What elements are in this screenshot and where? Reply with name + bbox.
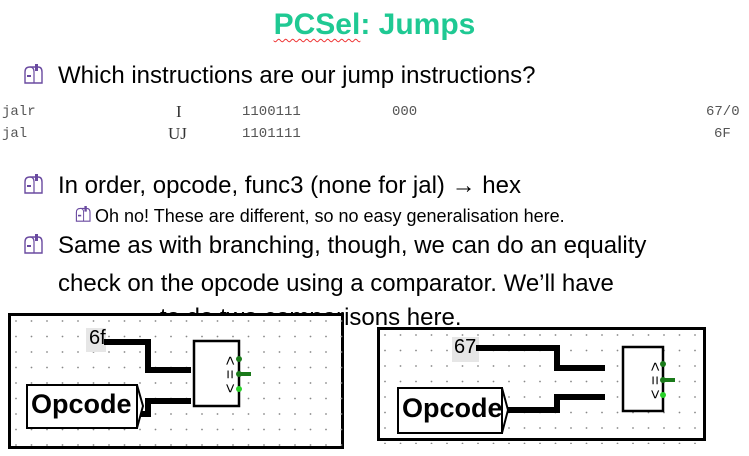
cell-format: I [176,102,182,121]
cell-format: UJ [168,124,187,143]
bullet-text: Which instructions are our jump instruct… [58,62,536,89]
lt-symbol: < [646,362,663,372]
cell-opcode: 1101111 [242,126,301,142]
mailbox-bullet-icon [24,174,43,194]
lt-symbol: < [221,356,238,366]
eq-symbol: = [221,369,238,380]
gt-symbol: > [646,389,663,399]
sub-bullet-text: Oh no! These are different, so no easy g… [95,206,565,226]
comparator-circuit-jalr: 67 Opcode < = > [377,327,709,444]
cell-name: jalr [2,104,36,120]
comparator-symbols: < = > [646,362,663,399]
title-prefix: PCSel [273,8,361,41]
comparator-symbols: < = > [221,356,238,393]
opcode-label: Opcode [31,389,132,419]
opcode-label: Opcode [402,393,503,423]
mailbox-bullet-icon [24,234,43,254]
constant-value: 67 [454,336,477,358]
cell-name: jal [2,126,28,142]
title-rest: : Jumps [360,8,476,41]
circuit-canvas [11,316,347,452]
constant-value: 6f [89,327,106,349]
bullet-text-continuation: check on the opcode using a comparator. … [58,270,614,297]
slide-title: PCSel: Jumps [0,8,749,42]
cell-hex: 6F [714,126,731,142]
eq-symbol: = [646,375,663,386]
bullet-text: In order, opcode, func3 (none for jal) →… [58,172,521,199]
mailbox-bullet-icon [24,64,43,84]
cell-funct3: 000 [392,104,418,120]
bullet-text: Same as with branching, though, we can d… [58,232,647,259]
mailbox-bullet-icon [75,206,91,222]
cell-hex: 67/0 [706,104,740,120]
comparator-circuit-jal: 6f Opcode < = > [8,313,347,452]
cell-opcode: 1100111 [242,104,301,120]
gt-symbol: > [221,383,238,393]
